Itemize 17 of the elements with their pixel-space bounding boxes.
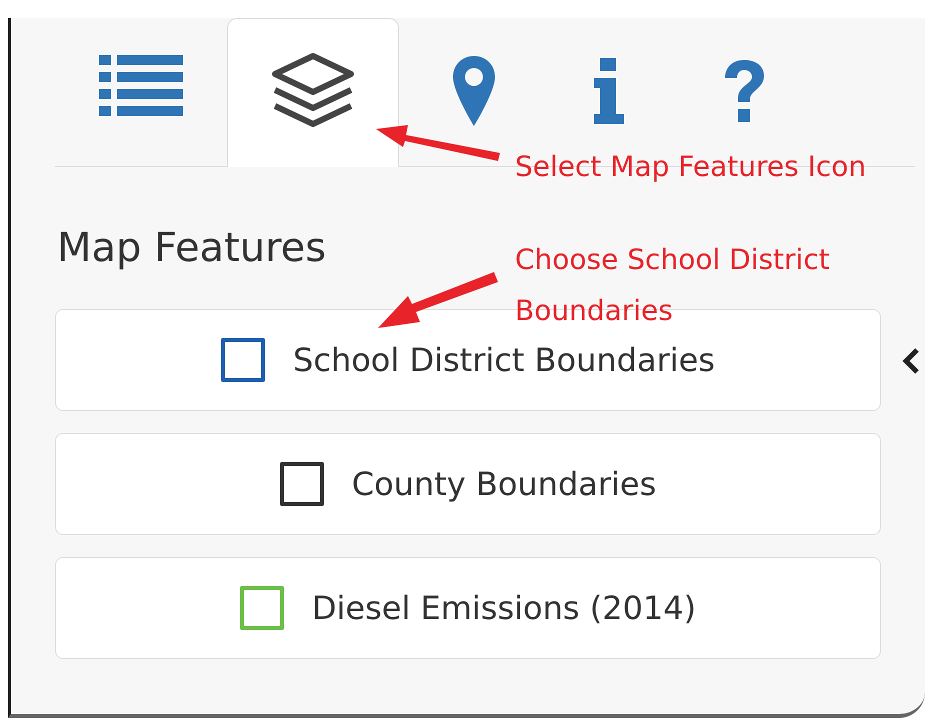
help-icon (724, 60, 764, 122)
layer-toggle[interactable]: Diesel Emissions (2014) (55, 557, 881, 659)
list-icon (99, 54, 183, 116)
map-pin-icon (453, 56, 495, 126)
layer-toggle[interactable]: County Boundaries (55, 433, 881, 535)
layers-icon (271, 52, 355, 128)
chevron-left-icon[interactable] (901, 347, 921, 375)
checkbox[interactable] (221, 338, 266, 382)
checkbox[interactable] (280, 462, 324, 506)
layer-label: County Boundaries (352, 465, 656, 503)
checkbox[interactable] (240, 586, 284, 630)
info-icon (594, 58, 624, 124)
panel-heading: Map Features (57, 224, 326, 273)
layer-label: Diesel Emissions (2014) (312, 589, 696, 627)
tab[interactable] (227, 18, 399, 167)
layer-label: School District Boundaries (293, 341, 715, 379)
annotation-text: Select Map Features Icon (515, 149, 866, 185)
